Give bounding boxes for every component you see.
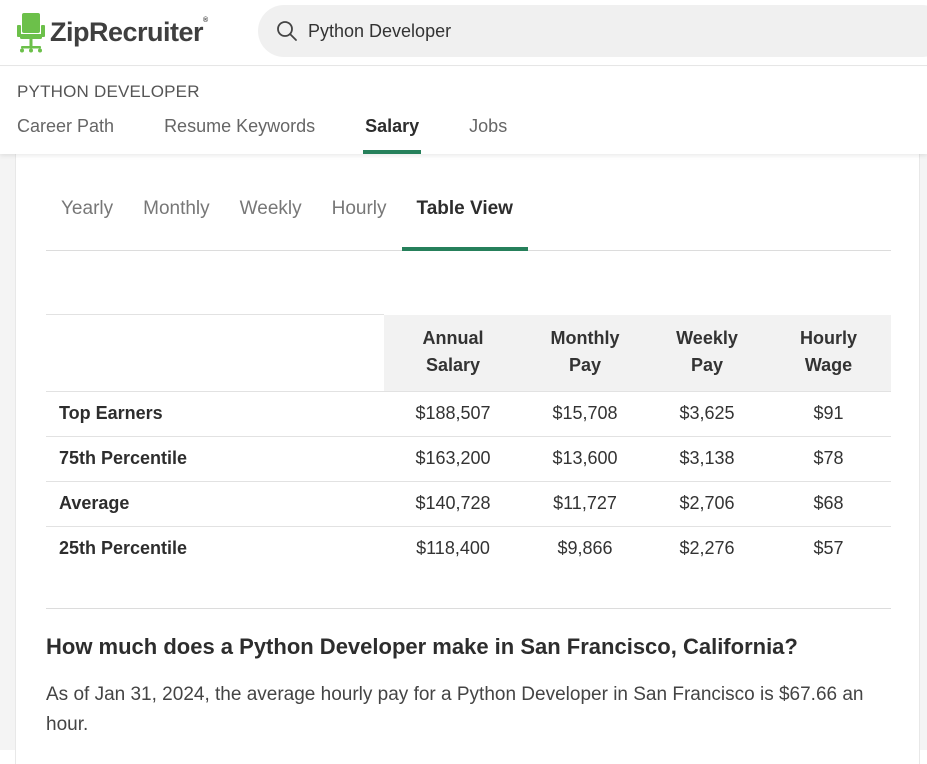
table-cell: $2,276 xyxy=(648,525,766,571)
table-row: 25th Percentile $118,400 $9,866 $2,276 $… xyxy=(46,525,891,571)
row-label: Average xyxy=(46,480,384,526)
ziprecruiter-logo[interactable]: ZipRecruiter® xyxy=(16,10,208,54)
table-cell: $2,706 xyxy=(648,480,766,526)
tab-jobs[interactable]: Jobs xyxy=(469,116,507,154)
table-cell: $68 xyxy=(766,480,891,526)
tab-hourly[interactable]: Hourly xyxy=(317,176,402,250)
table-cell: $163,200 xyxy=(384,435,522,481)
table-cell: $57 xyxy=(766,525,891,571)
tab-yearly[interactable]: Yearly xyxy=(46,176,128,250)
salary-table: Annual Salary Monthly Pay Weekly Pay Hourly… xyxy=(46,314,891,571)
search-bar[interactable] xyxy=(258,5,927,57)
table-row: 75th Percentile $163,200 $13,600 $3,138 … xyxy=(46,435,891,481)
column-header: Annual Salary xyxy=(384,314,522,391)
tab-resume-keywords[interactable]: Resume Keywords xyxy=(164,116,315,154)
table-cell: $15,708 xyxy=(522,390,648,436)
table-cell: $118,400 xyxy=(384,525,522,571)
career-tabs: Career Path Resume Keywords Salary Jobs xyxy=(17,116,557,154)
row-label: Top Earners xyxy=(46,390,384,436)
tab-monthly[interactable]: Monthly xyxy=(128,176,225,250)
logo-text: ZipRecruiter® xyxy=(50,16,208,47)
table-row: Top Earners $188,507 $15,708 $3,625 $91 xyxy=(46,390,891,436)
table-cell: $11,727 xyxy=(522,480,648,526)
chair-icon xyxy=(17,13,45,53)
job-title: PYTHON DEVELOPER xyxy=(17,82,200,101)
table-header-blank xyxy=(46,314,384,391)
table-cell: $13,600 xyxy=(522,435,648,481)
salary-answer-text: As of Jan 31, 2024, the average hourly p… xyxy=(46,684,864,735)
column-header: Hourly Wage xyxy=(766,314,891,391)
section-divider xyxy=(46,608,891,609)
tab-career-path[interactable]: Career Path xyxy=(17,116,114,154)
table-cell: $3,625 xyxy=(648,390,766,436)
tab-table-view[interactable]: Table View xyxy=(401,176,529,251)
table-cell: $91 xyxy=(766,390,891,436)
career-subheader: PYTHON DEVELOPER Career Path Resume Keyw… xyxy=(0,67,927,154)
salary-question-heading: How much does a Python Developer make in… xyxy=(46,634,798,659)
salary-view-tabs: Yearly Monthly Weekly Hourly Table View xyxy=(46,176,891,251)
tab-salary[interactable]: Salary xyxy=(363,116,422,154)
tab-weekly[interactable]: Weekly xyxy=(225,176,317,250)
column-header: Weekly Pay xyxy=(648,314,766,391)
search-input[interactable] xyxy=(308,20,868,42)
table-cell: $140,728 xyxy=(384,480,522,526)
table-row: Average $140,728 $11,727 $2,706 $68 xyxy=(46,480,891,526)
top-header: ZipRecruiter® xyxy=(0,0,927,66)
table-cell: $3,138 xyxy=(648,435,766,481)
row-label: 75th Percentile xyxy=(46,435,384,481)
table-cell: $188,507 xyxy=(384,390,522,436)
table-header-row: Annual Salary Monthly Pay Weekly Pay Hourly… xyxy=(46,314,891,391)
row-label: 25th Percentile xyxy=(46,525,384,571)
column-header: Monthly Pay xyxy=(522,314,648,391)
search-icon[interactable] xyxy=(276,20,298,42)
table-cell: $9,866 xyxy=(522,525,648,571)
table-cell: $78 xyxy=(766,435,891,481)
